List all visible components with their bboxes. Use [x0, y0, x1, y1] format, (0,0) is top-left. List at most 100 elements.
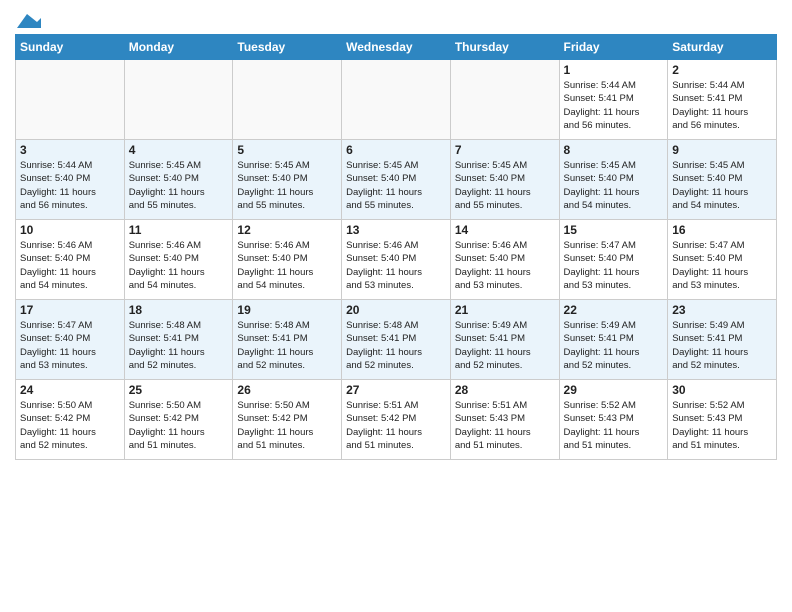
day-number: 13: [346, 223, 446, 237]
cell-info: Sunrise: 5:46 AM Sunset: 5:40 PM Dayligh…: [129, 239, 229, 292]
cell-info: Sunrise: 5:52 AM Sunset: 5:43 PM Dayligh…: [564, 399, 664, 452]
day-number: 28: [455, 383, 555, 397]
calendar-cell: 7 Sunrise: 5:45 AM Sunset: 5:40 PM Daylig…: [450, 140, 559, 220]
calendar-cell: [16, 60, 125, 140]
calendar-cell: 8 Sunrise: 5:45 AM Sunset: 5:40 PM Daylig…: [559, 140, 668, 220]
cell-info: Sunrise: 5:45 AM Sunset: 5:40 PM Dayligh…: [129, 159, 229, 212]
calendar-cell: 11 Sunrise: 5:46 AM Sunset: 5:40 PM Dayli…: [124, 220, 233, 300]
logo-icon: [17, 14, 41, 28]
cell-info: Sunrise: 5:44 AM Sunset: 5:41 PM Dayligh…: [564, 79, 664, 132]
cell-info: Sunrise: 5:45 AM Sunset: 5:40 PM Dayligh…: [455, 159, 555, 212]
calendar-cell: 21 Sunrise: 5:49 AM Sunset: 5:41 PM Dayli…: [450, 300, 559, 380]
cell-info: Sunrise: 5:44 AM Sunset: 5:40 PM Dayligh…: [20, 159, 120, 212]
calendar-cell: 5 Sunrise: 5:45 AM Sunset: 5:40 PM Daylig…: [233, 140, 342, 220]
day-number: 5: [237, 143, 337, 157]
day-number: 6: [346, 143, 446, 157]
cell-info: Sunrise: 5:46 AM Sunset: 5:40 PM Dayligh…: [20, 239, 120, 292]
day-number: 1: [564, 63, 664, 77]
weekday-header-wednesday: Wednesday: [342, 35, 451, 60]
cell-info: Sunrise: 5:45 AM Sunset: 5:40 PM Dayligh…: [672, 159, 772, 212]
day-number: 15: [564, 223, 664, 237]
day-number: 23: [672, 303, 772, 317]
weekday-header-tuesday: Tuesday: [233, 35, 342, 60]
calendar-cell: 6 Sunrise: 5:45 AM Sunset: 5:40 PM Daylig…: [342, 140, 451, 220]
calendar-cell: 27 Sunrise: 5:51 AM Sunset: 5:42 PM Dayli…: [342, 380, 451, 460]
calendar-cell: 3 Sunrise: 5:44 AM Sunset: 5:40 PM Daylig…: [16, 140, 125, 220]
calendar-cell: 30 Sunrise: 5:52 AM Sunset: 5:43 PM Dayli…: [668, 380, 777, 460]
day-number: 30: [672, 383, 772, 397]
calendar-cell: 16Sunrise: 5:47 AM Sunset: 5:40 PM Dayli…: [668, 220, 777, 300]
calendar-cell: 18 Sunrise: 5:48 AM Sunset: 5:41 PM Dayli…: [124, 300, 233, 380]
day-number: 7: [455, 143, 555, 157]
weekday-header-friday: Friday: [559, 35, 668, 60]
cell-info: Sunrise: 5:44 AM Sunset: 5:41 PM Dayligh…: [672, 79, 772, 132]
cell-info: Sunrise: 5:50 AM Sunset: 5:42 PM Dayligh…: [129, 399, 229, 452]
calendar-cell: 20 Sunrise: 5:48 AM Sunset: 5:41 PM Dayli…: [342, 300, 451, 380]
cell-info: Sunrise: 5:48 AM Sunset: 5:41 PM Dayligh…: [237, 319, 337, 372]
calendar-cell: [233, 60, 342, 140]
calendar-cell: [124, 60, 233, 140]
calendar-cell: 1 Sunrise: 5:44 AM Sunset: 5:41 PM Daylig…: [559, 60, 668, 140]
day-number: 3: [20, 143, 120, 157]
calendar-cell: 13 Sunrise: 5:46 AM Sunset: 5:40 PM Dayli…: [342, 220, 451, 300]
cell-info: Sunrise: 5:49 AM Sunset: 5:41 PM Dayligh…: [672, 319, 772, 372]
day-number: 17: [20, 303, 120, 317]
calendar-cell: 17 Sunrise: 5:47 AM Sunset: 5:40 PM Dayli…: [16, 300, 125, 380]
logo: [15, 14, 41, 28]
calendar-table: SundayMondayTuesdayWednesdayThursdayFrid…: [15, 34, 777, 460]
day-number: 10: [20, 223, 120, 237]
cell-info: Sunrise: 5:45 AM Sunset: 5:40 PM Dayligh…: [346, 159, 446, 212]
calendar-cell: 19 Sunrise: 5:48 AM Sunset: 5:41 PM Dayli…: [233, 300, 342, 380]
day-number: 16: [672, 223, 772, 237]
calendar-cell: 9 Sunrise: 5:45 AM Sunset: 5:40 PM Daylig…: [668, 140, 777, 220]
day-number: 12: [237, 223, 337, 237]
day-number: 8: [564, 143, 664, 157]
calendar-cell: 2 Sunrise: 5:44 AM Sunset: 5:41 PM Daylig…: [668, 60, 777, 140]
calendar-cell: 29 Sunrise: 5:52 AM Sunset: 5:43 PM Dayli…: [559, 380, 668, 460]
calendar-cell: 24Sunrise: 5:50 AM Sunset: 5:42 PM Dayli…: [16, 380, 125, 460]
calendar-cell: [450, 60, 559, 140]
cell-info: Sunrise: 5:47 AM Sunset: 5:40 PM Dayligh…: [20, 319, 120, 372]
day-number: 24: [20, 383, 120, 397]
calendar-cell: 10 Sunrise: 5:46 AM Sunset: 5:40 PM Dayli…: [16, 220, 125, 300]
weekday-header-sunday: Sunday: [16, 35, 125, 60]
day-number: 19: [237, 303, 337, 317]
weekday-header-thursday: Thursday: [450, 35, 559, 60]
calendar-cell: 28 Sunrise: 5:51 AM Sunset: 5:43 PM Dayli…: [450, 380, 559, 460]
calendar-cell: 23 Sunrise: 5:49 AM Sunset: 5:41 PM Dayli…: [668, 300, 777, 380]
day-number: 4: [129, 143, 229, 157]
cell-info: Sunrise: 5:45 AM Sunset: 5:40 PM Dayligh…: [564, 159, 664, 212]
cell-info: Sunrise: 5:51 AM Sunset: 5:42 PM Dayligh…: [346, 399, 446, 452]
day-number: 14: [455, 223, 555, 237]
day-number: 18: [129, 303, 229, 317]
cell-info: Sunrise: 5:52 AM Sunset: 5:43 PM Dayligh…: [672, 399, 772, 452]
weekday-header-monday: Monday: [124, 35, 233, 60]
calendar-cell: 4 Sunrise: 5:45 AM Sunset: 5:40 PM Daylig…: [124, 140, 233, 220]
day-number: 25: [129, 383, 229, 397]
calendar-cell: 22Sunrise: 5:49 AM Sunset: 5:41 PM Dayli…: [559, 300, 668, 380]
calendar-cell: 25 Sunrise: 5:50 AM Sunset: 5:42 PM Dayli…: [124, 380, 233, 460]
cell-info: Sunrise: 5:48 AM Sunset: 5:41 PM Dayligh…: [346, 319, 446, 372]
cell-info: Sunrise: 5:49 AM Sunset: 5:41 PM Dayligh…: [455, 319, 555, 372]
cell-info: Sunrise: 5:47 AM Sunset: 5:40 PM Dayligh…: [564, 239, 664, 292]
cell-info: Sunrise: 5:51 AM Sunset: 5:43 PM Dayligh…: [455, 399, 555, 452]
cell-info: Sunrise: 5:46 AM Sunset: 5:40 PM Dayligh…: [237, 239, 337, 292]
cell-info: Sunrise: 5:46 AM Sunset: 5:40 PM Dayligh…: [346, 239, 446, 292]
calendar-cell: 26Sunrise: 5:50 AM Sunset: 5:42 PM Dayli…: [233, 380, 342, 460]
day-number: 2: [672, 63, 772, 77]
day-number: 29: [564, 383, 664, 397]
cell-info: Sunrise: 5:45 AM Sunset: 5:40 PM Dayligh…: [237, 159, 337, 212]
day-number: 27: [346, 383, 446, 397]
calendar-cell: 14Sunrise: 5:46 AM Sunset: 5:40 PM Dayli…: [450, 220, 559, 300]
cell-info: Sunrise: 5:48 AM Sunset: 5:41 PM Dayligh…: [129, 319, 229, 372]
day-number: 9: [672, 143, 772, 157]
day-number: 21: [455, 303, 555, 317]
calendar-cell: 15 Sunrise: 5:47 AM Sunset: 5:40 PM Dayli…: [559, 220, 668, 300]
cell-info: Sunrise: 5:49 AM Sunset: 5:41 PM Dayligh…: [564, 319, 664, 372]
calendar-cell: [342, 60, 451, 140]
day-number: 20: [346, 303, 446, 317]
day-number: 11: [129, 223, 229, 237]
calendar-cell: 12 Sunrise: 5:46 AM Sunset: 5:40 PM Dayli…: [233, 220, 342, 300]
weekday-header-saturday: Saturday: [668, 35, 777, 60]
page-header: [15, 10, 777, 28]
